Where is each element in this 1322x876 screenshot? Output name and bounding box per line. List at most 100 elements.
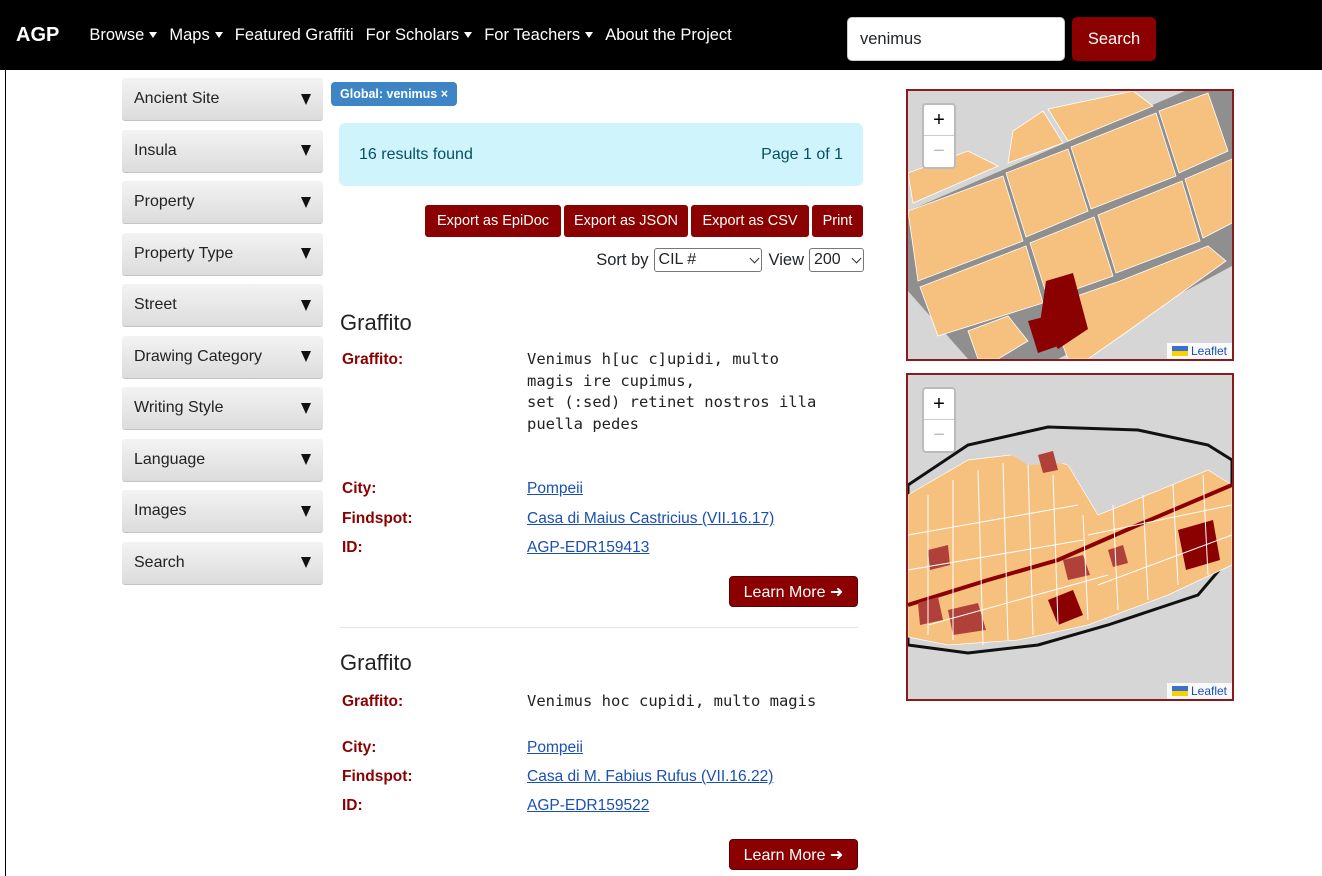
filter-sidebar: Ancient Site Insula Property Property Ty… [122,78,323,593]
export-json-button[interactable]: Export as JSON [564,205,688,237]
result-card: Graffito Graffito: Venimus h[uc c]upidi,… [340,310,858,610]
findspot-link[interactable]: Casa di Maius Castricius (VII.16.17) [527,510,774,528]
nav-browse[interactable]: Browse [89,25,158,45]
export-epidoc-button[interactable]: Export as EpiDoc [425,205,561,237]
filter-search[interactable]: Search [122,541,323,585]
results-count: 16 results found [359,145,473,163]
filter-language[interactable]: Language [122,438,323,482]
learn-more-button[interactable]: Learn More ➜ [729,839,858,870]
map-attribution[interactable]: Leaflet [1166,683,1232,699]
filter-label: Images [134,502,187,519]
filter-label: Property [134,193,195,210]
filter-label: Search [134,553,185,571]
learn-more-button[interactable]: Learn More ➜ [729,576,858,607]
triangle-down-icon [301,93,311,105]
nav-teachers-label: For Teachers [484,25,581,44]
triangle-down-icon [301,454,311,465]
city-map[interactable]: + − Leaflet [906,373,1234,701]
zoom-control: + − [922,387,956,453]
triangle-down-icon [301,557,311,568]
zoom-in-button[interactable]: + [924,389,954,420]
id-label: ID: [342,539,363,556]
findspot-label: Findspot: [342,510,413,527]
insula-map-canvas [908,91,1232,359]
map-attribution[interactable]: Leaflet [1166,343,1232,359]
city-link[interactable]: Pompeii [527,480,583,498]
triangle-down-icon [301,196,311,208]
graffito-label: Graffito: [342,693,404,710]
filter-label: Ancient Site [134,90,220,107]
filter-label: Language [134,450,206,468]
nav-featured-graffiti[interactable]: Featured Graffiti [235,26,354,45]
filter-property-type[interactable]: Property Type [122,232,323,276]
zoom-out-button[interactable]: − [924,420,954,451]
filter-insula[interactable]: Insula [122,129,323,173]
insula-map[interactable]: + − Leaflet [906,89,1234,361]
result-title: Graffito [340,310,412,335]
id-link[interactable]: AGP-EDR159522 [527,797,649,815]
print-button[interactable]: Print [812,205,863,237]
nav-for-teachers[interactable]: For Teachers [484,25,594,45]
chevron-down-icon [749,253,759,263]
filter-label: Street [134,296,177,313]
result-divider [340,627,858,628]
graffito-line: Venimus h[uc c]upidi, multo [527,350,779,368]
view-value: 200 [814,251,841,268]
triangle-down-icon [301,299,311,311]
triangle-down-icon [301,351,311,362]
filter-ancient-site[interactable]: Ancient Site [122,78,323,121]
nav-about-label: About the Project [605,25,732,44]
city-label: City: [342,739,377,756]
nav-about[interactable]: About the Project [605,26,732,45]
page-info: Page 1 of 1 [761,145,843,163]
graffito-line: Venimus hoc cupidi, multo magis [527,692,817,710]
triangle-down-icon [301,402,311,414]
city-label: City: [342,480,377,497]
filter-label: Writing Style [134,399,224,416]
graffito-line: puella pedes [527,414,639,433]
zoom-control: + − [922,103,956,169]
page-edge [5,70,6,876]
filter-drawing-category[interactable]: Drawing Category [122,335,323,379]
search-input[interactable]: venimus [847,17,1065,61]
result-card: Graffito Graffito: Venimus hoc cupidi, m… [340,650,858,876]
id-link[interactable]: AGP-EDR159413 [527,539,649,557]
brand-logo[interactable]: AGP [16,24,59,47]
nav-for-scholars[interactable]: For Scholars [366,26,473,45]
filter-images[interactable]: Images [122,490,323,533]
chevron-down-icon [851,253,862,263]
nav-featured-label: Featured Graffiti [234,25,354,44]
zoom-in-button[interactable]: + [924,105,954,136]
filter-label: Property Type [134,244,234,262]
nav-scholars-label: For Scholars [365,25,460,44]
zoom-out-button[interactable]: − [924,136,954,167]
filter-writing-style[interactable]: Writing Style [122,387,323,430]
caret-down-icon [585,32,594,38]
ukraine-flag-icon [1171,346,1188,356]
caret-down-icon [149,32,158,38]
caret-down-icon [214,32,223,38]
sort-select[interactable]: CIL # [653,248,762,272]
graffito-text: Venimus h[uc c]upidi, multo magis ire cu… [527,349,816,435]
search-button[interactable]: Search [1072,17,1156,61]
results-summary: 16 results found Page 1 of 1 [339,123,863,186]
id-label: ID: [342,797,363,814]
filter-street[interactable]: Street [122,284,323,327]
triangle-down-icon [301,248,311,259]
nav-browse-label: Browse [89,25,145,44]
triangle-down-icon [301,505,311,517]
caret-down-icon [464,32,473,38]
nav-maps-label: Maps [169,25,210,44]
triangle-down-icon [301,145,311,156]
graffito-line: magis ire cupimus, [527,371,695,390]
active-filter-badge[interactable]: Global: venimus × [331,82,458,106]
export-csv-button[interactable]: Export as CSV [691,205,809,237]
ukraine-flag-icon [1171,686,1188,696]
findspot-link[interactable]: Casa di M. Fabius Rufus (VII.16.22) [527,768,773,786]
attribution-label: Leaflet [1190,344,1227,358]
view-select[interactable]: 200 [809,248,864,272]
city-link[interactable]: Pompeii [527,739,583,757]
city-map-canvas [908,425,1232,655]
nav-maps[interactable]: Maps [169,25,223,45]
filter-property[interactable]: Property [122,181,323,224]
